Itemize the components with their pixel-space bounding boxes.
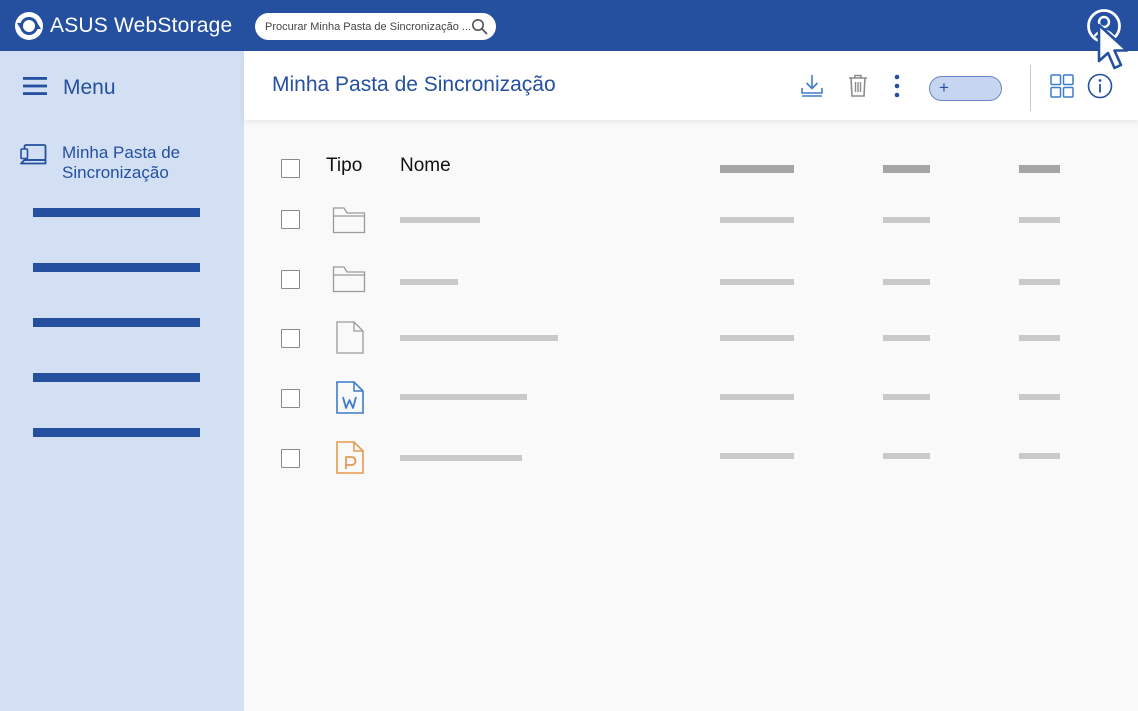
- grid-view-icon: [1050, 73, 1074, 98]
- cell-placeholder: [883, 394, 930, 400]
- asus-webstorage-logo-icon: [15, 12, 43, 40]
- row-checkbox[interactable]: [281, 329, 300, 348]
- sidebar-nav-item-3[interactable]: [33, 318, 200, 327]
- cell-placeholder: [883, 217, 930, 223]
- download-icon: [801, 74, 823, 97]
- sidebar: Menu Minha Pasta de Sincronização: [0, 51, 244, 711]
- search-icon[interactable]: [471, 18, 488, 35]
- trash-icon: [849, 74, 867, 97]
- toolbar-divider: [1030, 65, 1031, 111]
- cell-placeholder: [720, 335, 794, 341]
- mouse-pointer-icon: [1097, 23, 1129, 70]
- info-icon: [1087, 73, 1113, 98]
- select-all-checkbox[interactable]: [281, 159, 300, 178]
- cell-placeholder: [883, 453, 930, 459]
- grid-view-button[interactable]: [1049, 51, 1075, 120]
- content-header: Minha Pasta de Sincronização +: [244, 51, 1138, 120]
- sidebar-nav-item-5[interactable]: [33, 428, 200, 437]
- row-checkbox[interactable]: [281, 389, 300, 408]
- cell-placeholder: [1019, 335, 1060, 341]
- file-name-placeholder: [400, 394, 527, 400]
- file-list: Tipo Nome: [244, 120, 1138, 711]
- add-button[interactable]: +: [929, 76, 1002, 101]
- download-button[interactable]: [799, 51, 825, 120]
- more-vertical-icon: [894, 74, 900, 97]
- file-icon: [336, 321, 364, 354]
- file-name-placeholder: [400, 455, 522, 461]
- cell-placeholder: [720, 394, 794, 400]
- folder-icon: [332, 266, 366, 293]
- column-header-name[interactable]: Nome: [400, 155, 451, 177]
- menu-toggle[interactable]: [22, 75, 48, 97]
- sidebar-nav-item-1[interactable]: [33, 208, 200, 217]
- column-header-type[interactable]: Tipo: [326, 155, 362, 177]
- row-checkbox[interactable]: [281, 449, 300, 468]
- cell-placeholder: [883, 279, 930, 285]
- file-name-placeholder: [400, 335, 558, 341]
- row-checkbox[interactable]: [281, 270, 300, 289]
- cell-placeholder: [720, 453, 794, 459]
- cell-placeholder: [1019, 453, 1060, 459]
- more-options-button[interactable]: [889, 51, 905, 120]
- sidebar-item-sync-folder[interactable]: Minha Pasta de Sincronização: [20, 143, 230, 185]
- top-bar: ASUS WebStorage: [0, 0, 1138, 51]
- laptop-icon: [20, 144, 47, 165]
- sidebar-item-label: Minha Pasta de Sincronização: [62, 143, 181, 182]
- menu-label[interactable]: Menu: [63, 76, 116, 100]
- hamburger-menu-icon[interactable]: [22, 75, 48, 97]
- delete-button[interactable]: [845, 51, 871, 120]
- brand-name: ASUS WebStorage: [50, 14, 233, 37]
- cell-placeholder: [720, 279, 794, 285]
- sidebar-nav-item-4[interactable]: [33, 373, 200, 382]
- row-checkbox[interactable]: [281, 210, 300, 229]
- column-header-placeholder[interactable]: [883, 165, 930, 173]
- cell-placeholder: [1019, 217, 1060, 223]
- search-input[interactable]: [265, 13, 470, 40]
- column-header-placeholder[interactable]: [1019, 165, 1060, 173]
- brand-logo[interactable]: ASUS WebStorage: [14, 11, 232, 41]
- cell-placeholder: [1019, 279, 1060, 285]
- sidebar-nav-item-2[interactable]: [33, 263, 200, 272]
- cell-placeholder: [1019, 394, 1060, 400]
- word-file-icon: [336, 381, 364, 414]
- cell-placeholder: [720, 217, 794, 223]
- page-title: Minha Pasta de Sincronização: [272, 73, 556, 96]
- cell-placeholder: [883, 335, 930, 341]
- search-box[interactable]: [255, 13, 496, 40]
- column-header-placeholder[interactable]: [720, 165, 794, 173]
- plus-icon: +: [939, 78, 949, 97]
- folder-icon: [332, 207, 366, 234]
- powerpoint-file-icon: [336, 441, 364, 474]
- file-name-placeholder: [400, 217, 480, 223]
- file-name-placeholder: [400, 279, 458, 285]
